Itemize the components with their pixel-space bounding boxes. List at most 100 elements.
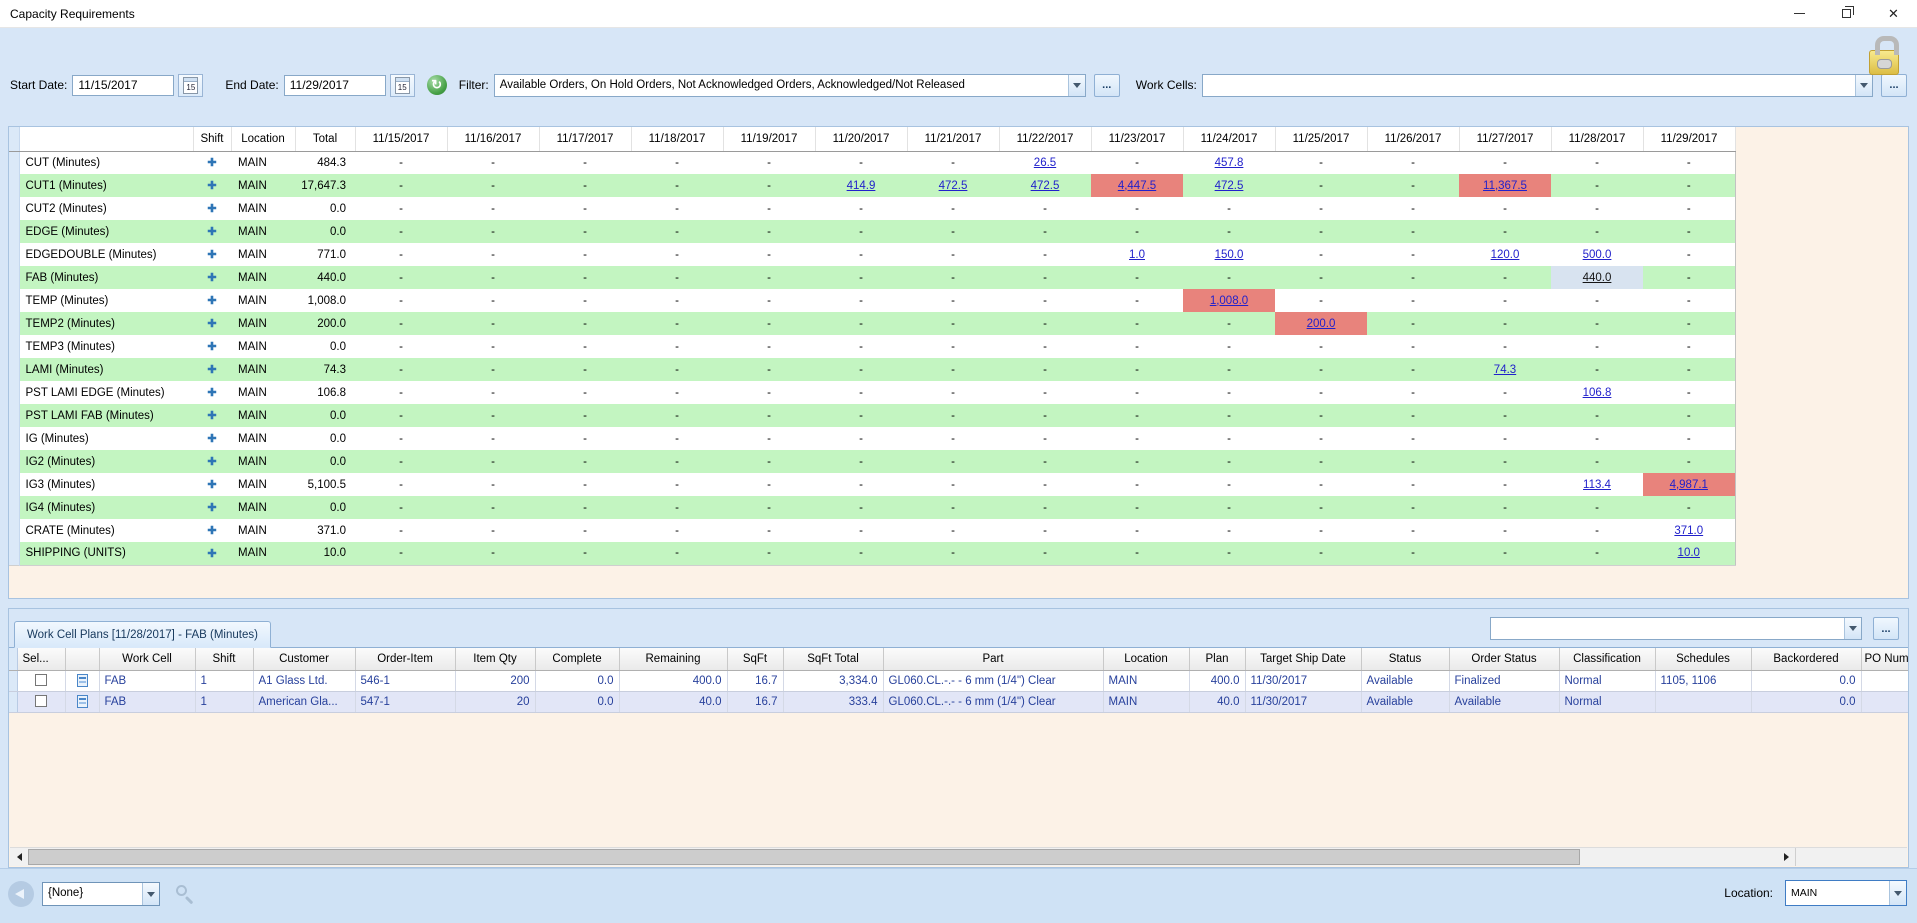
plus-icon[interactable]: ✚: [207, 295, 216, 307]
minimize-button[interactable]: [1776, 0, 1823, 27]
capacity-row[interactable]: CUT2 (Minutes)✚MAIN0.0---------------: [9, 197, 1735, 220]
capacity-row[interactable]: CUT (Minutes)✚MAIN484.3-------26.5-457.8…: [9, 151, 1735, 174]
capacity-cell[interactable]: 1.0: [1091, 243, 1183, 266]
close-button[interactable]: [1870, 0, 1917, 27]
capacity-cell[interactable]: 74.3: [1459, 358, 1551, 381]
plan-column-header[interactable]: Order Status: [1449, 648, 1559, 670]
chevron-down-icon[interactable]: [1844, 618, 1861, 639]
plan-column-header[interactable]: Plan: [1189, 648, 1245, 670]
chevron-down-icon[interactable]: [142, 883, 159, 905]
column-header-date[interactable]: 11/18/2017: [631, 127, 723, 151]
row-select-checkbox[interactable]: [35, 674, 47, 686]
capacity-row[interactable]: IG (Minutes)✚MAIN0.0---------------: [9, 427, 1735, 450]
column-header-total[interactable]: Total: [295, 127, 355, 151]
plus-icon[interactable]: ✚: [207, 203, 216, 215]
column-header-date[interactable]: 11/25/2017: [1275, 127, 1367, 151]
plan-column-header[interactable]: Order-Item: [355, 648, 455, 670]
capacity-value-link[interactable]: 113.4: [1583, 479, 1611, 491]
row-select-checkbox[interactable]: [35, 695, 47, 707]
plan-column-header[interactable]: Sel...: [17, 648, 65, 670]
plus-icon[interactable]: ✚: [207, 548, 216, 560]
capacity-cell[interactable]: 472.5: [999, 174, 1091, 197]
scroll-right-button[interactable]: [1777, 848, 1795, 866]
capacity-row[interactable]: TEMP3 (Minutes)✚MAIN0.0---------------: [9, 335, 1735, 358]
capacity-cell[interactable]: 200.0: [1275, 312, 1367, 335]
column-header-workcell[interactable]: [19, 127, 193, 151]
plus-icon[interactable]: ✚: [207, 479, 216, 491]
capacity-value-link[interactable]: 472.5: [1215, 180, 1244, 192]
start-date-calendar-button[interactable]: 15: [178, 74, 203, 97]
capacity-value-link[interactable]: 457.8: [1215, 157, 1244, 169]
plus-icon[interactable]: ✚: [207, 180, 216, 192]
capacity-cell[interactable]: 11,367.5: [1459, 174, 1551, 197]
capacity-cell[interactable]: 472.5: [907, 174, 999, 197]
preset-dropdown[interactable]: {None}: [42, 882, 160, 906]
plans-more-button[interactable]: ...: [1873, 617, 1899, 640]
horizontal-scrollbar[interactable]: [10, 847, 1907, 866]
plan-column-header[interactable]: Status: [1361, 648, 1449, 670]
filter-more-button[interactable]: ...: [1094, 74, 1120, 97]
capacity-value-link[interactable]: 106.8: [1583, 387, 1612, 399]
capacity-value-link[interactable]: 150.0: [1215, 249, 1244, 261]
column-header-date[interactable]: 11/16/2017: [447, 127, 539, 151]
plan-column-header[interactable]: Target Ship Date: [1245, 648, 1361, 670]
chevron-down-icon[interactable]: [1889, 881, 1906, 905]
capacity-row[interactable]: CUT1 (Minutes)✚MAIN17,647.3-----414.9472…: [9, 174, 1735, 197]
capacity-row[interactable]: PST LAMI FAB (Minutes)✚MAIN0.0----------…: [9, 404, 1735, 427]
capacity-row[interactable]: EDGEDOUBLE (Minutes)✚MAIN771.0--------1.…: [9, 243, 1735, 266]
capacity-value-link[interactable]: 440.0: [1583, 272, 1612, 284]
end-date-calendar-button[interactable]: 15: [390, 74, 415, 97]
column-header-date[interactable]: 11/26/2017: [1367, 127, 1459, 151]
plus-icon[interactable]: ✚: [207, 502, 216, 514]
capacity-cell[interactable]: 4,987.1: [1643, 473, 1735, 496]
column-header-date[interactable]: 11/27/2017: [1459, 127, 1551, 151]
plan-column-header[interactable]: Backordered: [1751, 648, 1861, 670]
back-icon[interactable]: [8, 881, 34, 907]
capacity-cell[interactable]: 371.0: [1643, 519, 1735, 542]
column-header-shift[interactable]: Shift: [193, 127, 231, 151]
column-header-date[interactable]: 11/17/2017: [539, 127, 631, 151]
plan-detail-icon[interactable]: [77, 674, 88, 687]
plan-row[interactable]: FAB1A1 Glass Ltd.546-12000.0400.016.73,3…: [9, 670, 1909, 691]
plus-icon[interactable]: ✚: [207, 249, 216, 261]
end-date-input[interactable]: [284, 75, 386, 96]
plan-column-header[interactable]: Item Qty: [455, 648, 535, 670]
work-cells-dropdown[interactable]: [1202, 74, 1873, 97]
capacity-cell[interactable]: 1,008.0: [1183, 289, 1275, 312]
plan-column-header[interactable]: SqFt: [727, 648, 783, 670]
restore-button[interactable]: [1823, 0, 1870, 27]
capacity-cell[interactable]: 150.0: [1183, 243, 1275, 266]
capacity-row[interactable]: IG4 (Minutes)✚MAIN0.0---------------: [9, 496, 1735, 519]
capacity-value-link[interactable]: 1,008.0: [1210, 295, 1248, 307]
capacity-cell[interactable]: 120.0: [1459, 243, 1551, 266]
capacity-value-link[interactable]: 472.5: [1031, 180, 1060, 192]
capacity-value-link[interactable]: 120.0: [1491, 249, 1520, 261]
work-cells-more-button[interactable]: ...: [1881, 74, 1907, 97]
plan-column-header[interactable]: SqFt Total: [783, 648, 883, 670]
plus-icon[interactable]: ✚: [207, 272, 216, 284]
column-header-date[interactable]: 11/19/2017: [723, 127, 815, 151]
capacity-cell[interactable]: 414.9: [815, 174, 907, 197]
capacity-value-link[interactable]: 200.0: [1307, 318, 1336, 330]
plan-column-header[interactable]: Shift: [195, 648, 253, 670]
capacity-value-link[interactable]: 11,367.5: [1483, 180, 1527, 192]
column-header-location[interactable]: Location: [231, 127, 295, 151]
column-header-date[interactable]: 11/15/2017: [355, 127, 447, 151]
column-header-date[interactable]: 11/24/2017: [1183, 127, 1275, 151]
plus-icon[interactable]: ✚: [207, 157, 216, 169]
capacity-value-link[interactable]: 371.0: [1674, 525, 1703, 537]
capacity-value-link[interactable]: 4,987.1: [1670, 479, 1708, 491]
filter-dropdown[interactable]: Available Orders, On Hold Orders, Not Ac…: [494, 74, 1086, 97]
plus-icon[interactable]: ✚: [207, 525, 216, 537]
column-header-date[interactable]: 11/28/2017: [1551, 127, 1643, 151]
scrollbar-thumb[interactable]: [28, 849, 1580, 865]
column-header-date[interactable]: 11/29/2017: [1643, 127, 1735, 151]
capacity-cell[interactable]: 10.0: [1643, 542, 1735, 565]
capacity-value-link[interactable]: 472.5: [939, 180, 968, 192]
capacity-value-link[interactable]: 26.5: [1034, 157, 1056, 169]
plan-column-header[interactable]: Location: [1103, 648, 1189, 670]
tab-work-cell-plans[interactable]: Work Cell Plans [11/28/2017] - FAB (Minu…: [14, 621, 271, 648]
plan-column-header[interactable]: Remaining: [619, 648, 727, 670]
capacity-row[interactable]: IG2 (Minutes)✚MAIN0.0---------------: [9, 450, 1735, 473]
location-dropdown[interactable]: MAIN: [1785, 880, 1907, 906]
